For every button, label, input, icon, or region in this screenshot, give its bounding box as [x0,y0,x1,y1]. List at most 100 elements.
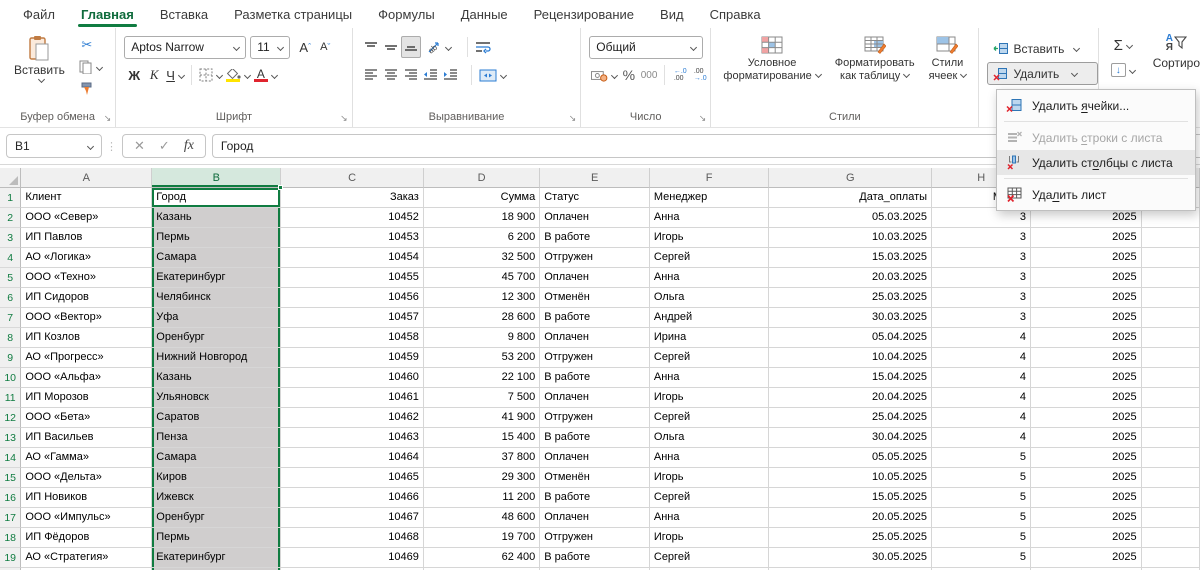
cell-B5[interactable]: Екатеринбург [152,268,281,288]
cell-E7[interactable]: В работе [540,308,650,328]
col-header-D[interactable]: D [424,168,540,188]
cell-I16[interactable]: 2025 [1031,488,1142,508]
conditional-formatting-button[interactable]: Условное форматирование [716,36,827,83]
cell-C15[interactable]: 10465 [281,468,424,488]
accounting-format-button[interactable] [589,64,619,86]
cell-D3[interactable]: 6 200 [424,228,540,248]
cell-D14[interactable]: 37 800 [424,448,540,468]
cell-G2[interactable]: 05.03.2025 [769,208,932,228]
col-header-G[interactable]: G [769,168,932,188]
menu-item-delete-cells[interactable]: Удалить ячейки... [997,93,1195,118]
tab-file[interactable]: Файл [10,0,68,28]
cell-E16[interactable]: В работе [540,488,650,508]
cell-I13[interactable]: 2025 [1031,428,1142,448]
cell-H9[interactable]: 4 [932,348,1031,368]
row-header-5[interactable]: 5 [0,268,21,288]
cut-button[interactable]: ✂ [77,34,97,56]
comma-style-button[interactable]: 000 [639,64,659,86]
cell-F16[interactable]: Сергей [650,488,769,508]
cell-C13[interactable]: 10463 [281,428,424,448]
cell-D9[interactable]: 53 200 [424,348,540,368]
cell-E10[interactable]: В работе [540,368,650,388]
cell-A11[interactable]: ИП Морозов [21,388,152,408]
delete-cells-button[interactable]: Удалить [987,62,1097,85]
cell-B14[interactable]: Самара [152,448,281,468]
cell-F4[interactable]: Сергей [650,248,769,268]
cell-E5[interactable]: Оплачен [540,268,650,288]
cell-A8[interactable]: ИП Козлов [21,328,152,348]
cell-G4[interactable]: 15.03.2025 [769,248,932,268]
cell-H19[interactable]: 5 [932,548,1031,568]
dialog-launcher-icon[interactable]: ↘ [340,114,348,123]
row-header-10[interactable]: 10 [0,368,21,388]
row-header-11[interactable]: 11 [0,388,21,408]
cell-H16[interactable]: 5 [932,488,1031,508]
cell-G9[interactable]: 10.04.2025 [769,348,932,368]
row-header-17[interactable]: 17 [0,508,21,528]
cell-A14[interactable]: АО «Гамма» [21,448,152,468]
align-center-button[interactable] [381,64,401,86]
cell-D6[interactable]: 12 300 [424,288,540,308]
cell-F9[interactable]: Сергей [650,348,769,368]
cell-edge-9[interactable] [1142,348,1200,368]
cell-edge-16[interactable] [1142,488,1200,508]
cell-D7[interactable]: 28 600 [424,308,540,328]
cell-I5[interactable]: 2025 [1031,268,1142,288]
row-header-14[interactable]: 14 [0,448,21,468]
cell-C17[interactable]: 10467 [281,508,424,528]
cell-G11[interactable]: 20.04.2025 [769,388,932,408]
cell-edge-18[interactable] [1142,528,1200,548]
cell-A2[interactable]: ООО «Север» [21,208,152,228]
autosum-button[interactable]: Σ [1109,34,1137,56]
cell-F13[interactable]: Ольга [650,428,769,448]
cell-A16[interactable]: ИП Новиков [21,488,152,508]
cell-I12[interactable]: 2025 [1031,408,1142,428]
cell-B12[interactable]: Саратов [152,408,281,428]
cell-I8[interactable]: 2025 [1031,328,1142,348]
cell-E18[interactable]: Отгружен [540,528,650,548]
cell-B1[interactable]: Город [152,188,281,208]
cell-I7[interactable]: 2025 [1031,308,1142,328]
cell-E13[interactable]: В работе [540,428,650,448]
align-top-button[interactable] [361,36,381,58]
tab-view[interactable]: Вид [647,0,697,28]
cell-H3[interactable]: 3 [932,228,1031,248]
insert-cells-button[interactable]: Вставить [987,37,1097,60]
row-header-9[interactable]: 9 [0,348,21,368]
cell-A9[interactable]: АО «Прогресс» [21,348,152,368]
cell-F15[interactable]: Игорь [650,468,769,488]
confirm-entry-icon[interactable]: ✓ [152,138,177,154]
tab-home[interactable]: Главная [68,0,147,28]
cell-edge-11[interactable] [1142,388,1200,408]
increase-indent-button[interactable] [441,64,461,86]
cell-F17[interactable]: Анна [650,508,769,528]
cell-E6[interactable]: Отменён [540,288,650,308]
fill-handle[interactable] [278,185,283,190]
cell-E3[interactable]: В работе [540,228,650,248]
col-header-C[interactable]: C [281,168,424,188]
cell-edge-8[interactable] [1142,328,1200,348]
cell-H5[interactable]: 3 [932,268,1031,288]
tab-formulas[interactable]: Формулы [365,0,448,28]
cell-C11[interactable]: 10461 [281,388,424,408]
bold-button[interactable]: Ж [124,64,144,86]
cell-B17[interactable]: Оренбург [152,508,281,528]
cell-F18[interactable]: Игорь [650,528,769,548]
cell-I3[interactable]: 2025 [1031,228,1142,248]
cell-H13[interactable]: 4 [932,428,1031,448]
tab-insert[interactable]: Вставка [147,0,221,28]
cell-G5[interactable]: 20.03.2025 [769,268,932,288]
cell-A1[interactable]: Клиент [21,188,152,208]
cell-C16[interactable]: 10466 [281,488,424,508]
cell-G8[interactable]: 05.04.2025 [769,328,932,348]
cell-A3[interactable]: ИП Павлов [21,228,152,248]
cell-G6[interactable]: 25.03.2025 [769,288,932,308]
cell-edge-17[interactable] [1142,508,1200,528]
cell-B4[interactable]: Самара [152,248,281,268]
cell-C12[interactable]: 10462 [281,408,424,428]
cell-G10[interactable]: 15.04.2025 [769,368,932,388]
cell-F10[interactable]: Анна [650,368,769,388]
cell-B6[interactable]: Челябинск [152,288,281,308]
cell-A19[interactable]: АО «Стратегия» [21,548,152,568]
fill-color-button[interactable] [224,64,252,86]
